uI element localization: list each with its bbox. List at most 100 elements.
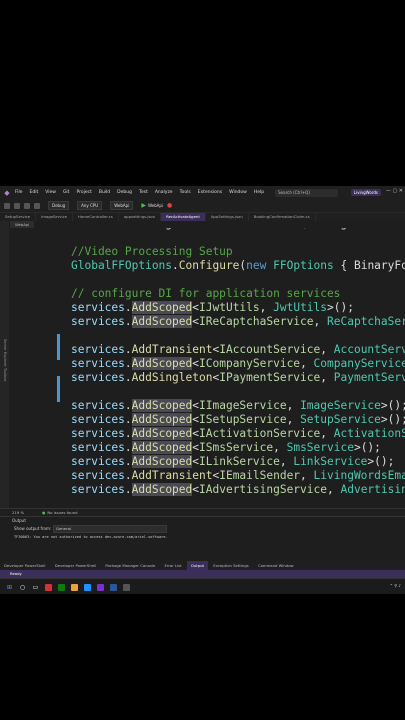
tab-recactivateagent[interactable]: RecActivateAgent — [161, 213, 206, 221]
code-token: >(); — [380, 413, 405, 426]
code-line[interactable]: //Video Processing Setup — [71, 245, 233, 259]
code-editor[interactable]: services.Configure<ConsoleSecrets>(confi… — [10, 228, 405, 508]
browser-icon[interactable] — [84, 583, 91, 591]
window-controls-icon[interactable]: — ▢ ✕ — [386, 188, 403, 194]
code-token: IActivationService — [199, 427, 321, 440]
menu-build[interactable]: Build — [99, 190, 110, 195]
forward-icon[interactable] — [14, 202, 20, 209]
code-token: < — [192, 399, 200, 412]
code-token: , — [273, 441, 287, 454]
back-icon[interactable] — [4, 202, 10, 209]
tab-developer-powershell[interactable]: Developer PowerShell — [0, 561, 49, 570]
code-line[interactable]: GlobalFFOptions.Configure(new FFOptions … — [71, 259, 405, 273]
menu-git[interactable]: Git — [63, 190, 70, 195]
visual-studio-window: ◆ File Edit View Git Project Build Debug… — [0, 186, 405, 594]
code-token: IJwtUtils — [199, 301, 260, 314]
code-line[interactable]: services.AddScoped<ICompanyService, Comp… — [71, 357, 405, 371]
code-line[interactable]: services.AddScoped<IActivationService, A… — [71, 427, 405, 441]
start-debug-play-icon[interactable]: ▶ — [141, 202, 146, 209]
search-icon[interactable]: ○ — [19, 584, 26, 591]
output-source-dropdown[interactable]: General — [53, 525, 167, 533]
menu-file[interactable]: File — [15, 190, 23, 195]
configuration-dropdown[interactable]: Debug — [48, 201, 70, 210]
tab-error-list[interactable]: Error List — [161, 561, 186, 570]
letterbox-top — [0, 0, 405, 186]
menu-project[interactable]: Project — [76, 190, 91, 195]
tab-developer-powershell-2[interactable]: Developer PowerShell — [51, 561, 100, 570]
tab-package-manager-console[interactable]: Package Manager Console — [101, 561, 159, 570]
code-token: Configure — [178, 259, 240, 272]
menu-window[interactable]: Window — [229, 190, 247, 195]
visual-studio-logo-icon: ◆ — [4, 188, 10, 197]
menu-bar: ◆ File Edit View Git Project Build Debug… — [0, 186, 405, 199]
record-icon[interactable]: ● — [167, 202, 172, 209]
tab-command-window[interactable]: Command Window — [254, 561, 298, 570]
code-token: { BinaryFolder — [340, 259, 405, 272]
code-line[interactable]: services.AddScoped<IImageService, ImageS… — [71, 399, 405, 413]
visual-studio-icon[interactable] — [97, 583, 104, 591]
code-line[interactable]: services.AddScoped<ILinkService, LinkSer… — [71, 455, 394, 469]
tab-setupservice[interactable]: SetupService — [0, 213, 37, 221]
tab-appsettings[interactable]: appsettings.json — [119, 213, 162, 221]
app-icon[interactable] — [123, 583, 130, 591]
tab-homecontroller[interactable]: HomeController.cs — [73, 213, 119, 221]
menu-extensions[interactable]: Extensions — [198, 190, 222, 195]
code-token: . — [124, 483, 132, 496]
startup-project-dropdown[interactable]: WebApi — [110, 201, 134, 210]
code-token: . — [172, 259, 179, 272]
project-scope-dropdown[interactable]: WebApi — [10, 221, 35, 228]
menu-test[interactable]: Test — [139, 190, 148, 195]
windows-start-icon[interactable]: ⊞ — [6, 584, 13, 591]
highlighted-token: AddScoped — [131, 399, 193, 412]
app-icon[interactable] — [110, 583, 117, 591]
menu-debug[interactable]: Debug — [117, 190, 132, 195]
tab-exception-settings[interactable]: Exception Settings — [209, 561, 252, 570]
tab-output[interactable]: Output — [186, 561, 209, 570]
code-line[interactable]: // configure DI for application services — [71, 287, 340, 301]
search-box[interactable]: Search (Ctrl+Q) — [275, 188, 339, 197]
status-text: Ready — [10, 571, 22, 576]
code-token: services — [71, 413, 125, 426]
code-token: PaymentService — [333, 371, 405, 384]
file-explorer-icon[interactable] — [71, 583, 78, 591]
code-token: < — [192, 483, 200, 496]
code-token: AddTransient — [131, 469, 213, 482]
tab-appsettings-2[interactable]: AppSettings.json — [206, 213, 249, 221]
code-token: ReCaptchaService — [327, 315, 405, 328]
platform-dropdown[interactable]: Any CPU — [77, 201, 103, 210]
code-token: IImageService — [199, 399, 287, 412]
task-view-icon[interactable]: ▭ — [32, 584, 39, 591]
code-line[interactable]: services.AddScoped<IJwtUtils, JwtUtils>(… — [71, 301, 354, 315]
code-token: < — [192, 413, 200, 426]
toolbar: Debug Any CPU WebApi ▶ WebApi ● — [0, 199, 405, 213]
code-token: . — [124, 399, 132, 412]
app-icon[interactable] — [45, 583, 52, 591]
code-line[interactable]: services.AddScoped<ISmsService, SmsServi… — [71, 441, 381, 455]
side-tool-strip[interactable]: Server Explorer Toolbox — [0, 213, 9, 508]
code-line[interactable]: services.AddTransient<IAccountService, A… — [71, 343, 405, 357]
menu-help[interactable]: Help — [254, 190, 264, 195]
code-token: LivingWordsEmail — [313, 469, 405, 482]
code-line[interactable]: services.Configure<ConsoleSecrets>(confi… — [71, 228, 405, 231]
change-marker — [57, 376, 60, 402]
code-token: >(); — [353, 441, 381, 454]
code-line[interactable]: services.AddScoped<IAdvertisingService, … — [71, 483, 405, 497]
undo-icon[interactable] — [34, 202, 40, 209]
code-line[interactable]: services.AddScoped<IReCaptchaService, Re… — [71, 315, 405, 329]
menu-analyze[interactable]: Analyze — [155, 190, 173, 195]
save-icon[interactable] — [24, 202, 30, 209]
system-tray-icon[interactable]: ⌃ ⚲ ♪ — [390, 583, 401, 588]
code-line[interactable]: services.AddScoped<ISetupService, SetupS… — [71, 413, 405, 427]
highlighted-token: AddScoped — [131, 315, 193, 328]
menu-tools[interactable]: Tools — [180, 190, 191, 195]
code-token: , — [259, 301, 274, 314]
app-icon[interactable] — [58, 583, 65, 591]
menu-view[interactable]: View — [45, 190, 56, 195]
tab-imageservice[interactable]: ImageService — [36, 213, 74, 221]
code-line[interactable]: services.AddTransient<IEmailSender, Livi… — [71, 469, 405, 483]
code-line[interactable]: services.AddSingleton<IPaymentService, P… — [71, 371, 405, 385]
run-target-label[interactable]: WebApi — [148, 203, 163, 208]
tab-bookingconfirmation[interactable]: BookingConfirmationClaim.cs — [249, 213, 316, 221]
code-token: services — [71, 469, 125, 482]
menu-edit[interactable]: Edit — [30, 190, 39, 195]
